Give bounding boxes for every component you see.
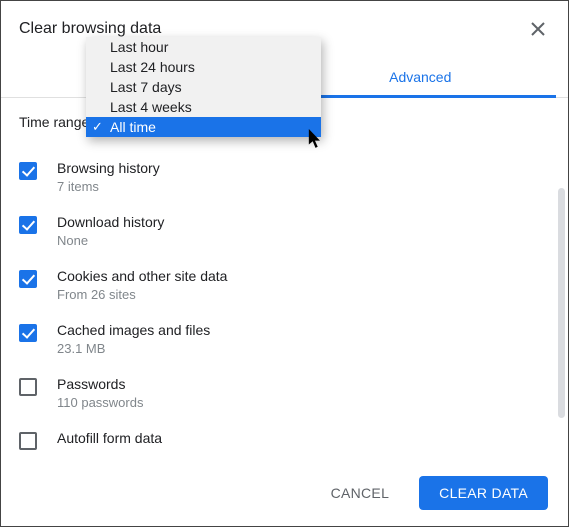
list-item: Cached images and files 23.1 MB bbox=[19, 312, 550, 366]
dropdown-option[interactable]: Last 24 hours bbox=[86, 57, 321, 77]
close-button[interactable] bbox=[526, 17, 550, 41]
dialog-title: Clear browsing data bbox=[19, 20, 526, 38]
checkbox-download-history[interactable] bbox=[19, 216, 37, 234]
time-range-label: Time range bbox=[19, 114, 89, 130]
list-item: Cookies and other site data From 26 site… bbox=[19, 258, 550, 312]
list-item: Download history None bbox=[19, 204, 550, 258]
tab-advanced[interactable]: Advanced bbox=[285, 57, 557, 97]
checkbox-cached[interactable] bbox=[19, 324, 37, 342]
item-title: Cookies and other site data bbox=[57, 268, 227, 284]
item-subtitle: 110 passwords bbox=[57, 395, 143, 410]
item-title: Download history bbox=[57, 214, 164, 230]
time-range-dropdown[interactable]: Last hour Last 24 hours Last 7 days Last… bbox=[86, 37, 321, 137]
item-title: Autofill form data bbox=[57, 430, 162, 446]
item-subtitle: From 26 sites bbox=[57, 287, 227, 302]
item-subtitle: 7 items bbox=[57, 179, 160, 194]
list-item: Browsing history 7 items bbox=[19, 150, 550, 204]
checkbox-browsing-history[interactable] bbox=[19, 162, 37, 180]
scrollbar-thumb[interactable] bbox=[558, 188, 565, 418]
item-subtitle: 23.1 MB bbox=[57, 341, 210, 356]
clear-data-button[interactable]: CLEAR DATA bbox=[419, 476, 548, 510]
item-title: Passwords bbox=[57, 376, 143, 392]
item-title: Browsing history bbox=[57, 160, 160, 176]
checkbox-autofill[interactable] bbox=[19, 432, 37, 450]
cancel-button[interactable]: CANCEL bbox=[311, 476, 410, 510]
dropdown-option[interactable]: Last hour bbox=[86, 37, 321, 57]
dialog-footer: CANCEL CLEAR DATA bbox=[1, 460, 568, 526]
item-subtitle: None bbox=[57, 233, 164, 248]
data-type-list: Browsing history 7 items Download histor… bbox=[19, 150, 550, 460]
list-item: Passwords 110 passwords bbox=[19, 366, 550, 420]
dropdown-option[interactable]: Last 7 days bbox=[86, 77, 321, 97]
list-item: Autofill form data bbox=[19, 420, 550, 460]
checkbox-cookies[interactable] bbox=[19, 270, 37, 288]
checkbox-passwords[interactable] bbox=[19, 378, 37, 396]
dropdown-option-selected[interactable]: All time bbox=[86, 117, 321, 137]
item-title: Cached images and files bbox=[57, 322, 210, 338]
dropdown-option[interactable]: Last 4 weeks bbox=[86, 97, 321, 117]
dialog-body: Time range Browsing history 7 items Down… bbox=[1, 98, 568, 460]
close-icon bbox=[531, 22, 545, 36]
